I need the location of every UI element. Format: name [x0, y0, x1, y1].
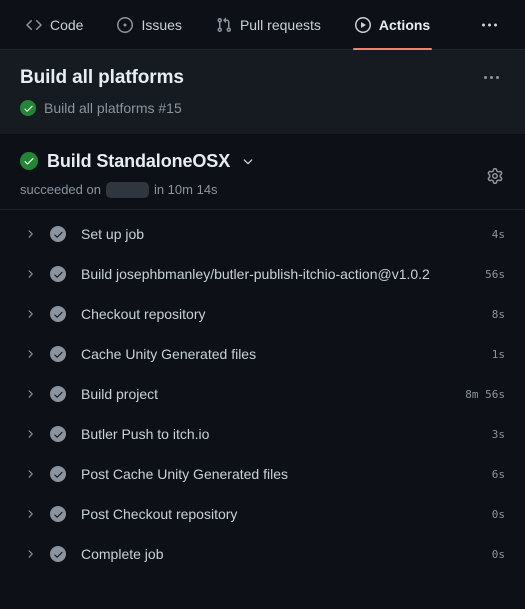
- git-pull-request-icon: [216, 17, 232, 33]
- step-duration: 8s: [491, 307, 505, 321]
- nav-tab-actions-label: Actions: [378, 16, 431, 33]
- step-row[interactable]: Complete job 0s: [0, 534, 525, 574]
- step-name: Build project: [81, 386, 159, 402]
- chevron-right-icon: [24, 388, 36, 400]
- run-overflow-menu-button[interactable]: [478, 70, 505, 85]
- step-duration: 56s: [485, 267, 505, 281]
- kebab-horizontal-icon: [488, 23, 491, 26]
- job-status-line: succeeded on in 10m 14s: [20, 181, 505, 199]
- step-name: Post Cache Unity Generated files: [81, 466, 288, 482]
- chevron-right-icon: [24, 508, 36, 520]
- check-circle-fill-icon: [20, 152, 38, 170]
- kebab-horizontal-icon: [484, 76, 487, 79]
- check-circle-fill-icon: [50, 466, 66, 482]
- step-name: Post Checkout repository: [81, 506, 238, 522]
- kebab-horizontal-icon: [494, 23, 497, 26]
- workflow-run-header: Build all platforms Build all platforms …: [0, 50, 525, 134]
- chevron-right-icon: [24, 348, 36, 360]
- run-subtitle-label: Build all platforms #15: [44, 100, 182, 116]
- nav-tab-actions[interactable]: Actions: [352, 0, 433, 50]
- step-duration: 8m 56s: [465, 387, 505, 401]
- chevron-right-icon: [24, 228, 36, 240]
- job-steps-list: Set up job 4s Build josephbmanley/butler…: [0, 210, 525, 574]
- chevron-down-icon[interactable]: [241, 154, 255, 168]
- job-status-prefix: succeeded on: [20, 182, 101, 197]
- check-circle-fill-icon: [50, 546, 66, 562]
- nav-tab-code-label: Code: [50, 16, 84, 33]
- step-name: Checkout repository: [81, 306, 206, 322]
- step-row[interactable]: Build josephbmanley/butler-publish-itchi…: [0, 254, 525, 294]
- check-circle-fill-icon: [50, 426, 66, 442]
- chevron-right-icon: [24, 268, 36, 280]
- nav-tab-pull-requests[interactable]: Pull requests: [216, 0, 321, 50]
- nav-tab-code[interactable]: Code: [26, 0, 83, 50]
- nav-tab-pull-requests-label: Pull requests: [239, 16, 321, 33]
- step-row[interactable]: Build project 8m 56s: [0, 374, 525, 414]
- job-title-row: Build StandaloneOSX: [20, 150, 505, 172]
- check-circle-fill-icon: [50, 226, 66, 242]
- actions-run-page: Code Issues Pull requests Actions Build …: [0, 0, 525, 609]
- nav-tab-issues-label: Issues: [141, 16, 182, 33]
- check-circle-fill-icon: [20, 100, 36, 116]
- step-row[interactable]: Set up job 4s: [0, 214, 525, 254]
- kebab-horizontal-icon: [482, 23, 485, 26]
- job-status-suffix: in 10m 14s: [153, 182, 218, 197]
- step-row[interactable]: Cache Unity Generated files 1s: [0, 334, 525, 374]
- step-row[interactable]: Post Cache Unity Generated files 6s: [0, 454, 525, 494]
- play-circle-icon: [354, 16, 371, 33]
- job-status-date-redacted: [105, 182, 149, 198]
- chevron-right-icon: [24, 548, 36, 560]
- issue-opened-icon: [117, 16, 134, 33]
- step-name: Cache Unity Generated files: [81, 346, 257, 362]
- chevron-right-icon: [24, 468, 36, 480]
- page-title: Build all platforms: [20, 67, 184, 88]
- step-row[interactable]: Butler Push to itch.io 3s: [0, 414, 525, 454]
- check-circle-fill-icon: [50, 506, 66, 522]
- gear-icon: [487, 168, 503, 184]
- code-icon: [26, 17, 42, 33]
- step-duration: 0s: [491, 547, 505, 561]
- step-duration: 4s: [491, 227, 505, 241]
- job-name: Build StandaloneOSX: [47, 151, 231, 171]
- step-duration: 0s: [491, 507, 505, 521]
- check-circle-fill-icon: [50, 346, 66, 362]
- nav-overflow-menu-button[interactable]: [476, 17, 503, 32]
- step-name: Build josephbmanley/butler-publish-itchi…: [81, 266, 430, 282]
- nav-tab-issues[interactable]: Issues: [117, 0, 182, 50]
- step-name: Set up job: [81, 226, 145, 242]
- run-subtitle: Build all platforms #15: [20, 98, 505, 118]
- step-duration: 6s: [491, 467, 505, 481]
- step-row[interactable]: Post Checkout repository 0s: [0, 494, 525, 534]
- step-duration: 1s: [491, 347, 505, 361]
- check-circle-fill-icon: [50, 266, 66, 282]
- check-circle-fill-icon: [50, 386, 66, 402]
- chevron-right-icon: [24, 428, 36, 440]
- step-row[interactable]: Checkout repository 8s: [0, 294, 525, 334]
- step-duration: 3s: [491, 427, 505, 441]
- check-circle-fill-icon: [50, 306, 66, 322]
- kebab-horizontal-icon: [496, 76, 499, 79]
- kebab-horizontal-icon: [490, 76, 493, 79]
- chevron-right-icon: [24, 308, 36, 320]
- repository-nav: Code Issues Pull requests Actions: [0, 0, 525, 50]
- job-header: Build StandaloneOSX succeeded on in 10m …: [0, 134, 525, 210]
- step-name: Butler Push to itch.io: [81, 426, 210, 442]
- job-settings-button[interactable]: [483, 164, 507, 188]
- step-name: Complete job: [81, 546, 164, 562]
